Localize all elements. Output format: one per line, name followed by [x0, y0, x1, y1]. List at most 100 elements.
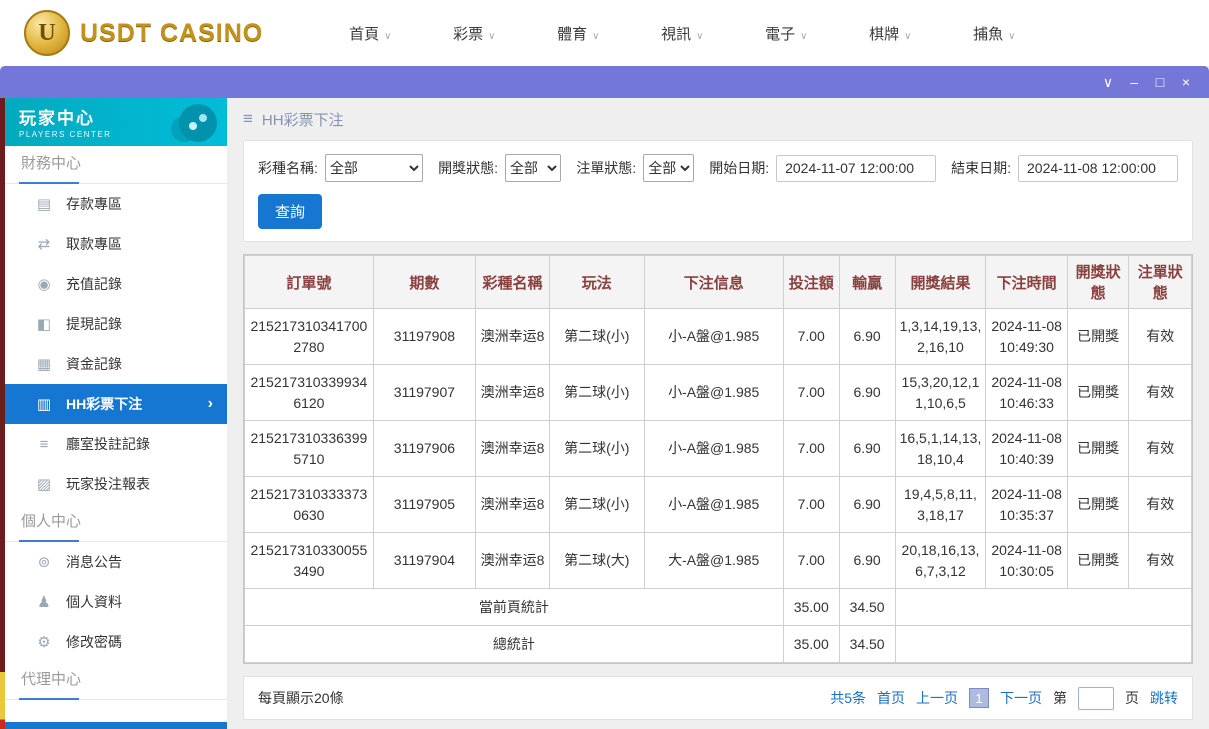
col-header-lottery: 彩種名稱 — [475, 255, 550, 309]
nav-item-electronic[interactable]: 電子 ∨ — [734, 23, 838, 44]
cell-win-loss: 6.90 — [838, 308, 896, 365]
deposit-icon: ▤ — [36, 196, 52, 213]
cell-lottery: 澳洲幸运8 — [475, 364, 550, 421]
recharge-record-icon: ◉ — [37, 276, 51, 293]
table-row: 2152173103417002780 31197908 澳洲幸运8 第二球(小… — [244, 308, 1192, 365]
col-header-bet-info: 下注信息 — [643, 255, 784, 309]
nav-item-chess[interactable]: 棋牌 ∨ — [838, 23, 942, 44]
withdraw-icon: ⇄ — [37, 236, 51, 253]
jump-page-input[interactable] — [1078, 686, 1114, 710]
page-summary-empty — [894, 588, 1193, 626]
sidebar-item-profile[interactable]: ♟ 個人資料 — [5, 582, 227, 622]
window-minimize-button[interactable]: – — [1121, 71, 1147, 93]
window-title-bar: ∨ – □ × — [0, 66, 1209, 98]
current-page-indicator[interactable]: 1 — [969, 688, 989, 708]
sidebar-item-funds-record[interactable]: ▦ 資金記錄 — [5, 344, 227, 384]
sidebar-section-agent[interactable]: 代理中心 — [5, 662, 227, 700]
window-restore-button[interactable]: ∨ — [1095, 71, 1121, 93]
cell-order-no: 2152173103399346120 — [244, 364, 374, 421]
sidebar-item-label: 取款專區 — [66, 236, 122, 252]
cell-order-status: 有效 — [1128, 532, 1192, 589]
sidebar-item-withdraw[interactable]: ⇄ 取款專區 — [5, 224, 227, 264]
chevron-down-icon: ∨ — [384, 30, 392, 42]
cell-win-loss: 6.90 — [838, 476, 896, 533]
nav-item-sports[interactable]: 體育 ∨ — [526, 23, 630, 44]
cell-result: 1,3,14,19,13,2,16,10 — [894, 308, 987, 365]
sidebar-item-change-password[interactable]: ⚙ 修改密碼 — [5, 622, 227, 662]
chevron-down-icon: ∨ — [696, 30, 704, 42]
window-maximize-button[interactable]: □ — [1147, 71, 1173, 93]
col-header-win-loss: 輸贏 — [838, 255, 896, 309]
lottery-name-select[interactable]: 全部 — [324, 154, 424, 182]
table-row: 2152173103363995710 31197906 澳洲幸运8 第二球(小… — [244, 420, 1192, 477]
end-date-input[interactable] — [1018, 154, 1178, 182]
cell-bet-time: 2024-11-08 10:46:33 — [985, 364, 1068, 421]
cell-bet-info: 小-A盤@1.985 — [643, 476, 784, 533]
page-summary-bet-amount: 35.00 — [782, 588, 840, 626]
cell-lottery: 澳洲幸运8 — [475, 308, 550, 365]
nav-item-video[interactable]: 視訊 ∨ — [630, 23, 734, 44]
nav-item-home[interactable]: 首頁 ∨ — [318, 23, 422, 44]
start-date-input[interactable] — [776, 154, 937, 182]
pager: 共5条 首页 上一页 1 下一页 第 页 跳转 — [830, 686, 1178, 710]
player-center-header: 玩家中心 PLAYERS CENTER — [5, 98, 227, 146]
draw-status-label: 開獎狀態: — [438, 160, 499, 176]
col-header-play: 玩法 — [548, 255, 645, 309]
chevron-down-icon: ∨ — [800, 30, 808, 42]
pagination-bar: 每頁顯示20條 共5条 首页 上一页 1 下一页 第 页 跳转 — [243, 676, 1193, 720]
sidebar-item-label: 玩家投注報表 — [66, 476, 150, 492]
funds-record-icon: ▦ — [36, 356, 52, 373]
sidebar-item-deposit[interactable]: ▤ 存款專區 — [5, 184, 227, 224]
chevron-down-icon: ∨ — [488, 30, 496, 42]
sidebar-item-label: 存款專區 — [66, 196, 122, 212]
page-summary-row: 當前頁統計 35.00 34.50 — [244, 588, 1193, 626]
cell-bet-time: 2024-11-08 10:49:30 — [985, 308, 1068, 365]
order-status-select[interactable]: 全部 — [643, 154, 695, 182]
cell-win-loss: 6.90 — [838, 364, 896, 421]
sidebar-item-label: 個人資料 — [66, 594, 122, 610]
total-summary-label: 總統計 — [244, 625, 784, 663]
first-page-link[interactable]: 首页 — [877, 688, 905, 708]
next-page-link[interactable]: 下一页 — [1000, 688, 1042, 708]
search-button[interactable]: 查詢 — [258, 194, 323, 229]
table-row: 2152173103333730630 31197905 澳洲幸运8 第二球(小… — [244, 476, 1192, 533]
hamburger-icon[interactable]: ≡ — [243, 109, 253, 129]
draw-status-select[interactable]: 全部 — [505, 154, 562, 182]
table-row: 2152173103399346120 31197907 澳洲幸运8 第二球(小… — [244, 364, 1192, 421]
chevron-down-icon: ∨ — [592, 30, 600, 42]
sidebar-item-withdrawal-record[interactable]: ◧ 提現記錄 — [5, 304, 227, 344]
cell-order-status: 有效 — [1128, 308, 1192, 365]
prev-page-link[interactable]: 上一页 — [916, 688, 958, 708]
window-close-button[interactable]: × — [1173, 71, 1199, 93]
page-size-text: 每頁顯示20條 — [258, 690, 344, 706]
cell-play: 第二球(小) — [548, 476, 645, 533]
cell-order-status: 有效 — [1128, 364, 1192, 421]
sidebar-item-announcements[interactable]: ⊚ 消息公告 — [5, 542, 227, 582]
nav-item-lottery[interactable]: 彩票 ∨ — [422, 23, 526, 44]
cell-draw-status: 已開獎 — [1066, 308, 1130, 365]
sidebar-section-finance[interactable]: 財務中心 — [5, 146, 227, 184]
cell-bet-amount: 7.00 — [782, 308, 840, 365]
sidebar-section-personal[interactable]: 個人中心 — [5, 504, 227, 542]
cell-bet-info: 小-A盤@1.985 — [643, 308, 784, 365]
sidebar-item-player-bet-report[interactable]: ▨ 玩家投注報表 — [5, 464, 227, 504]
cell-win-loss: 6.90 — [838, 420, 896, 477]
cell-draw-status: 已開獎 — [1066, 420, 1130, 477]
sidebar-item-recharge-record[interactable]: ◉ 充值記錄 — [5, 264, 227, 304]
cell-issue: 31197906 — [372, 420, 477, 477]
page-summary-label: 當前頁統計 — [244, 588, 784, 626]
nav-item-fishing[interactable]: 捕魚 ∨ — [942, 23, 1046, 44]
jump-button[interactable]: 跳转 — [1150, 688, 1178, 708]
sidebar-item-hh-lottery-bets[interactable]: ▥ HH彩票下注 › — [5, 384, 227, 424]
cell-draw-status: 已開獎 — [1066, 364, 1130, 421]
col-header-bet-amount: 投注額 — [782, 255, 840, 309]
chevron-right-icon: › — [207, 395, 213, 412]
room-bet-record-icon: ≡ — [39, 435, 49, 453]
sidebar-item-room-bet-record[interactable]: ≡ 廳室投註記錄 — [5, 424, 227, 464]
logo[interactable]: U USDT CASINO — [24, 10, 263, 56]
lottery-name-label: 彩種名稱: — [258, 160, 318, 176]
sidebar-item-label: 廳室投註記錄 — [66, 436, 150, 452]
order-status-label: 注單狀態: — [576, 160, 637, 176]
col-header-draw-status: 開獎狀態 — [1066, 255, 1130, 309]
chevron-down-icon: ∨ — [904, 30, 912, 42]
